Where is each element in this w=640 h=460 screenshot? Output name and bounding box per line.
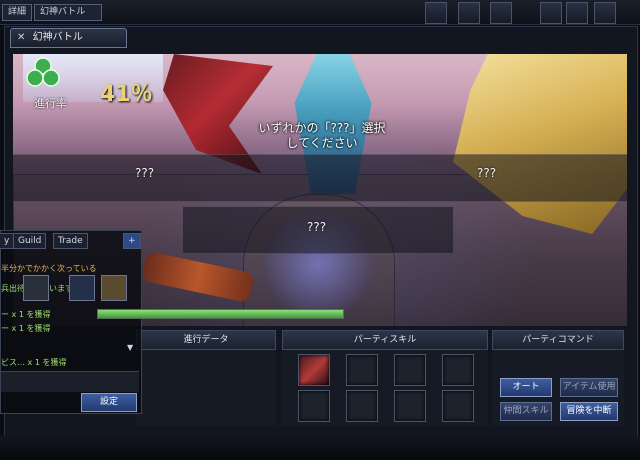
chat-tab-trade[interactable]: Trade <box>53 233 88 249</box>
party-command-title: パーティコマンド <box>492 330 624 350</box>
top-bar: 詳細 幻神バトル <box>0 0 640 25</box>
crossed-swords-icon: ✕ <box>17 32 26 43</box>
auto-button[interactable]: オート <box>500 378 552 397</box>
party-skill-slot-3[interactable] <box>394 354 426 386</box>
use-item-button[interactable]: アイテム使用 <box>560 378 618 397</box>
chat-line: ー x 1 を獲得 <box>1 310 51 319</box>
party-skill-slot-5[interactable] <box>298 390 330 422</box>
menu-icon-4[interactable] <box>540 2 562 24</box>
menu-icon-3[interactable] <box>490 2 512 24</box>
chat-settings-button[interactable]: 設定 <box>81 393 137 412</box>
chat-line: 半分かでかかく次っている <box>1 264 97 273</box>
scroll-down-icon[interactable]: ▼ <box>127 343 137 355</box>
party-skill-slot-4[interactable] <box>442 354 474 386</box>
stats-panel: 進行データ <box>136 330 276 426</box>
chat-line: ー x 1 を獲得 <box>1 324 51 333</box>
menu-icon-6[interactable] <box>594 2 616 24</box>
bottom-strip <box>0 436 640 460</box>
party-skill-title: パーティスキル <box>282 330 488 350</box>
chat-add-tab-button[interactable]: + <box>123 233 141 249</box>
party-skill-slot-8[interactable] <box>442 390 474 422</box>
instruction-line-2: してください <box>286 136 358 150</box>
party-command-panel: パーティコマンド オート アイテム使用 仲間スキル 冒険を中断 <box>492 330 624 426</box>
party-skill-slot-6[interactable] <box>346 390 378 422</box>
party-skill-panel: パーティスキル <box>282 330 488 426</box>
chat-input[interactable] <box>1 371 139 392</box>
party-skill-slot-1[interactable] <box>298 354 330 386</box>
top-battle-button[interactable]: 幻神バトル <box>34 4 102 21</box>
instruction-line-1: いずれかの「???」選択 <box>258 121 386 135</box>
item-slot-2[interactable] <box>69 275 95 301</box>
menu-icon-1[interactable] <box>425 2 447 24</box>
progress-value: 41％ <box>100 82 153 107</box>
item-slot-3[interactable] <box>101 275 127 301</box>
chat-tab-guild[interactable]: Guild <box>13 233 47 249</box>
progress-label: 進行率 <box>34 97 67 110</box>
progress-bar <box>97 309 344 319</box>
window-title: 幻神バトル <box>32 32 83 43</box>
top-detail-button[interactable]: 詳細 <box>2 4 33 21</box>
window-title-tab: ✕ 幻神バトル <box>10 28 127 48</box>
hidden-option-3[interactable]: ??? <box>307 220 326 234</box>
party-skill-slot-7[interactable] <box>394 390 426 422</box>
party-skill-slot-2[interactable] <box>346 354 378 386</box>
stats-panel-title: 進行データ <box>136 330 276 350</box>
option-band-top <box>13 154 627 202</box>
progress-bar-fill <box>98 310 343 318</box>
hidden-option-1[interactable]: ??? <box>135 166 154 180</box>
retire-button[interactable]: 冒険を中断 <box>560 402 618 421</box>
chat-line: ビス… x 1 を獲得 <box>1 358 67 367</box>
ally-skill-button[interactable]: 仲間スキル <box>500 402 552 421</box>
instruction-text: いずれかの「???」選択 してください <box>232 121 412 151</box>
menu-icon-2[interactable] <box>458 2 480 24</box>
hidden-option-2[interactable]: ??? <box>477 166 496 180</box>
chat-window: y Guild Trade + 半分かでかかく次っている 兵出待ててています ー… <box>0 230 344 414</box>
menu-icon-5[interactable] <box>566 2 588 24</box>
item-slot-1[interactable] <box>23 275 49 301</box>
clover-icon <box>26 56 60 90</box>
